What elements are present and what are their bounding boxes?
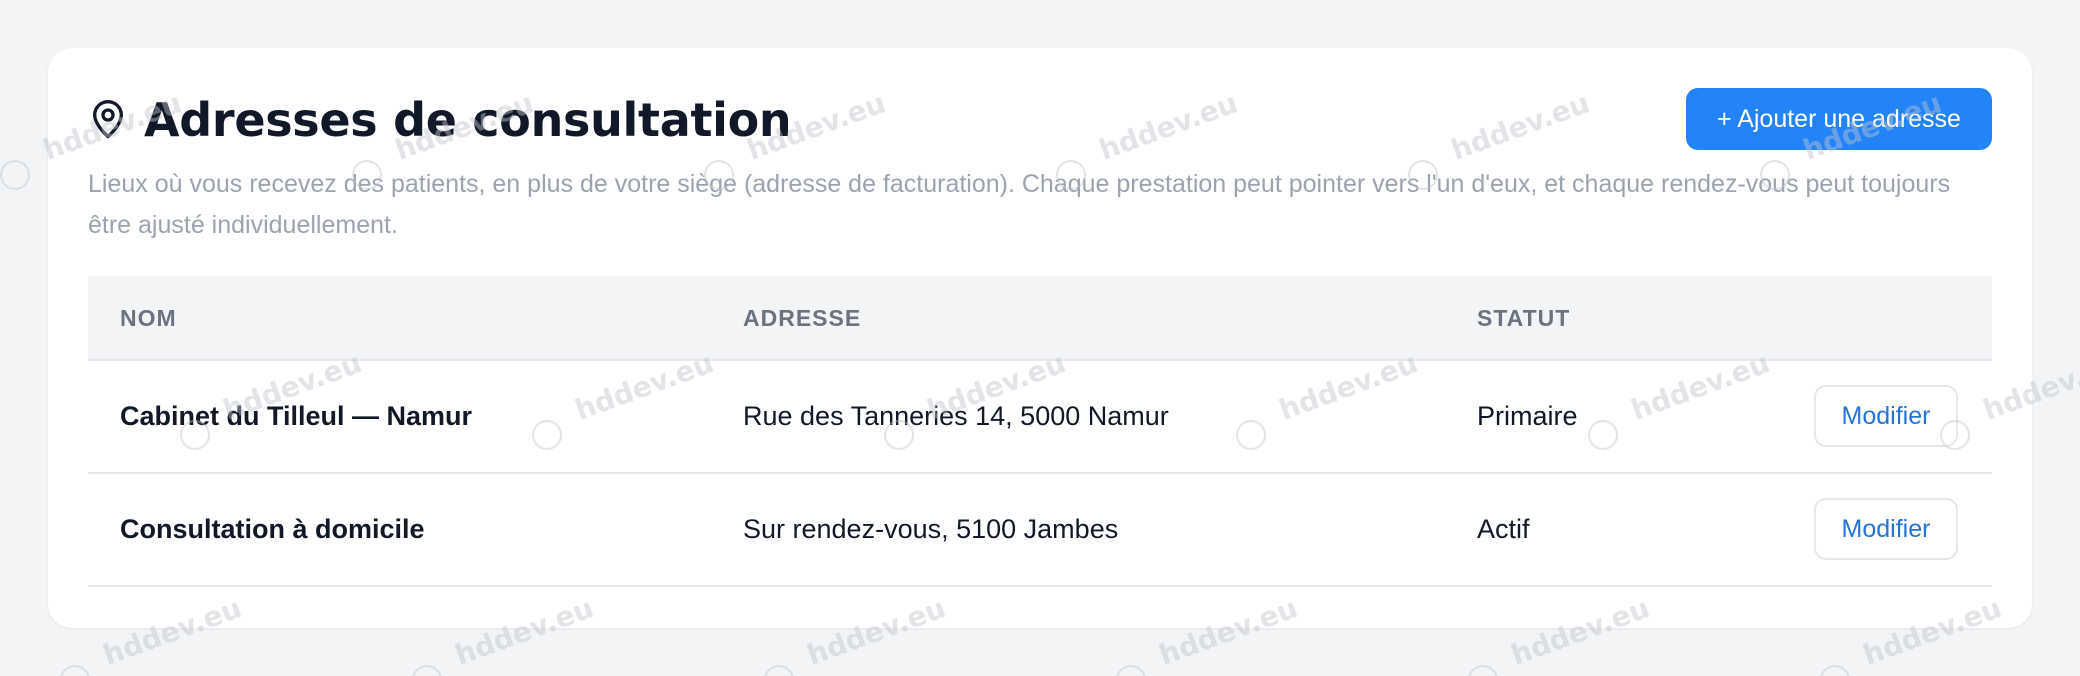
watermark-badge-icon xyxy=(55,660,95,676)
page-title: Adresses de consultation xyxy=(144,93,792,147)
column-header-name: NOM xyxy=(120,305,177,331)
row-name: Consultation à domicile xyxy=(120,514,425,544)
watermark-badge-icon xyxy=(407,660,447,676)
column-header-status: STATUT xyxy=(1477,305,1571,331)
table-row: Consultation à domicile Sur rendez-vous,… xyxy=(88,474,1992,587)
addresses-table: NOM ADRESSE STATUT Cabinet du Tilleul — … xyxy=(88,276,1992,587)
table-row: Cabinet du Tilleul — Namur Rue des Tanne… xyxy=(88,361,1992,474)
column-header-address: ADRESSE xyxy=(743,305,862,331)
row-name: Cabinet du Tilleul — Namur xyxy=(120,401,473,431)
watermark-badge-icon xyxy=(0,155,35,195)
row-address: Rue des Tanneries 14, 5000 Namur xyxy=(743,401,1169,431)
page-description: Lieux où vous recevez des patients, en p… xyxy=(88,170,1951,239)
watermark-badge-icon xyxy=(1815,660,1855,676)
add-address-button[interactable]: + Ajouter une adresse xyxy=(1686,88,1992,150)
addresses-card: Adresses de consultation + Ajouter une a… xyxy=(48,48,2032,628)
watermark-badge-icon xyxy=(759,660,799,676)
edit-button[interactable]: Modifier xyxy=(1814,385,1958,447)
watermark-badge-icon xyxy=(1111,660,1151,676)
map-pin-icon xyxy=(93,100,124,139)
row-status: Primaire xyxy=(1477,401,1578,431)
row-address: Sur rendez-vous, 5100 Jambes xyxy=(743,514,1119,544)
row-status: Actif xyxy=(1477,514,1530,544)
table-header: NOM ADRESSE STATUT xyxy=(88,276,1992,361)
watermark-badge-icon xyxy=(1463,660,1503,676)
edit-button[interactable]: Modifier xyxy=(1814,498,1958,560)
